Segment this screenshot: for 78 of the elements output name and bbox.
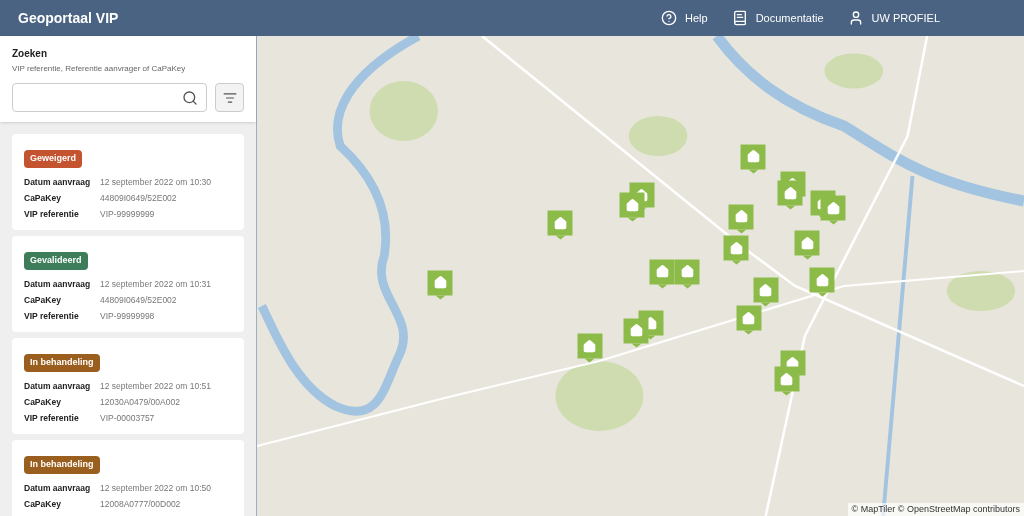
- field-value: VIP-00003757: [100, 412, 156, 424]
- house-marker[interactable]: [753, 277, 779, 307]
- house-icon: [800, 236, 815, 250]
- field-label: Datum aanvraag: [24, 176, 92, 188]
- house-icon: [582, 339, 597, 354]
- request-card[interactable]: In behandeling Datum aanvraag 12 september 2022 om 10:51 CaPaKey 12030A0479/00A002 VIP referentie VIP-00003757: [12, 338, 244, 434]
- house-marker[interactable]: [649, 259, 675, 288]
- status-badge: Gevalideerd: [24, 252, 88, 270]
- field-label: CaPaKey: [24, 396, 62, 408]
- field-label: Datum aanvraag: [24, 482, 92, 494]
- house-marker[interactable]: [674, 259, 700, 288]
- field-value: 12008A0777/00D002: [100, 498, 182, 510]
- house-icon: [734, 209, 749, 224]
- field-label: Datum aanvraag: [24, 380, 92, 392]
- map[interactable]: © MapTiler © OpenStreetMap contributors: [257, 36, 1024, 516]
- field-label: VIP referentie: [24, 412, 80, 424]
- house-icon: [815, 273, 830, 287]
- field-label: Datum aanvraag: [24, 278, 92, 290]
- field-label: CaPaKey: [24, 294, 62, 306]
- house-icon: [741, 311, 756, 325]
- nav-link[interactable]: UW PROFIEL: [847, 9, 940, 27]
- field-value: 12 september 2022 om 10:31: [100, 278, 213, 290]
- house-marker[interactable]: [820, 195, 846, 225]
- field-value: VIP-99999999: [100, 208, 156, 220]
- house-icon: [783, 186, 798, 200]
- field-label: CaPaKey: [24, 192, 62, 204]
- search-field[interactable]: [12, 83, 207, 112]
- field-value: 44809I0649/52E002: [100, 294, 178, 306]
- house-marker[interactable]: [577, 334, 603, 363]
- search-icon: [182, 89, 198, 106]
- house-icon: [779, 372, 794, 386]
- field-label: VIP referentie: [24, 310, 80, 322]
- house-icon: [758, 283, 773, 297]
- house-marker[interactable]: [623, 318, 649, 347]
- house-marker[interactable]: [547, 210, 573, 240]
- house-icon: [826, 201, 841, 215]
- nav-link[interactable]: Documentatie: [731, 9, 824, 27]
- status-badge: In behandeling: [24, 456, 100, 474]
- field-value: VIP-99999998: [100, 310, 156, 322]
- house-marker[interactable]: [427, 270, 453, 299]
- house-icon: [629, 323, 644, 338]
- map-attribution: © MapTiler © OpenStreetMap contributors: [847, 502, 1024, 516]
- filter-icon: [222, 90, 237, 105]
- field-value: 12 september 2022 om 10:50: [100, 482, 213, 494]
- filter-button[interactable]: [215, 83, 244, 112]
- document-icon: [731, 10, 748, 26]
- house-marker[interactable]: [777, 180, 803, 210]
- house-marker[interactable]: [723, 235, 749, 265]
- field-value: 12030A0479/00A002: [100, 396, 181, 408]
- search-title: Zoeken: [12, 47, 48, 61]
- house-marker[interactable]: [741, 144, 766, 173]
- field-label: VIP referentie: [24, 208, 80, 220]
- house-icon: [729, 241, 744, 255]
- house-icon: [553, 216, 568, 230]
- request-card[interactable]: Gevalideerd Datum aanvraag 12 september 2022 om 10:31 CaPaKey 44809I0649/52E002 VIP referentie VIP-99999998: [12, 236, 244, 332]
- field-value: 12 september 2022 om 10:30: [100, 176, 213, 188]
- app-title: Geoportaal VIP: [18, 8, 119, 28]
- status-badge: Geweigerd: [24, 150, 82, 168]
- house-icon: [625, 198, 640, 212]
- house-icon: [655, 264, 669, 279]
- house-icon: [746, 149, 761, 164]
- request-card[interactable]: Geweigerd Datum aanvraag 12 september 2022 om 10:30 CaPaKey 44809I0649/52E002 VIP referentie VIP-99999999: [12, 134, 244, 230]
- field-label: CaPaKey: [24, 498, 62, 510]
- field-value: 44809I0649/52E002: [100, 192, 178, 204]
- house-marker[interactable]: [774, 366, 800, 396]
- house-marker[interactable]: [736, 305, 762, 335]
- house-marker[interactable]: [794, 230, 820, 260]
- house-marker[interactable]: [809, 267, 835, 297]
- help-icon: [661, 10, 678, 26]
- house-icon: [433, 275, 448, 290]
- house-icon: [680, 264, 695, 279]
- status-badge: In behandeling: [24, 354, 100, 372]
- house-marker[interactable]: [728, 204, 754, 233]
- field-value: 12 september 2022 om 10:51: [100, 380, 213, 392]
- search-hint: VIP referentie, Referentie aanvrager of CaPaKey: [12, 63, 187, 75]
- nav-link[interactable]: Help: [661, 9, 708, 27]
- request-card[interactable]: In behandeling Datum aanvraag 12 september 2022 om 10:50 CaPaKey 12008A0777/00D002: [12, 440, 244, 516]
- house-marker[interactable]: [619, 192, 645, 222]
